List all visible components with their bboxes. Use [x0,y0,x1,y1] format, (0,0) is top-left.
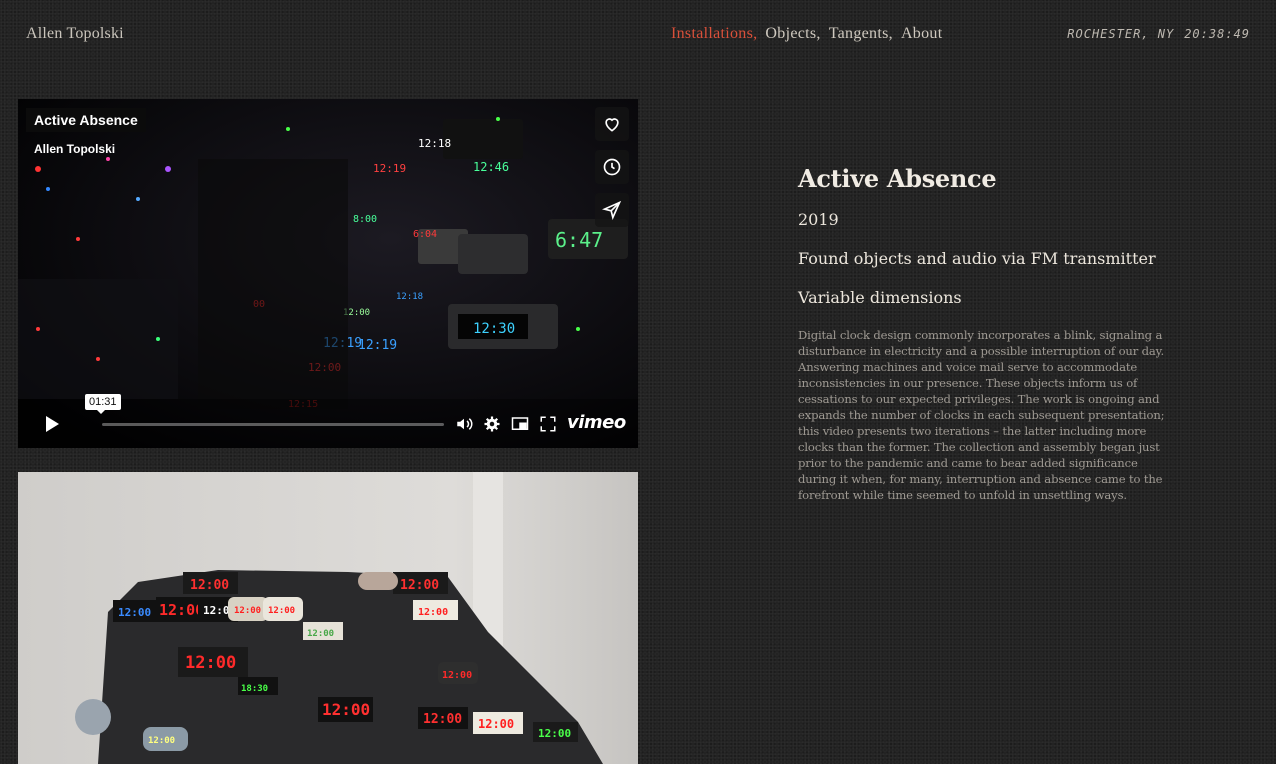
nav-installations[interactable]: Installations, [671,25,757,43]
work-dimensions: Variable dimensions [798,288,962,307]
svg-text:12:00: 12:00 [423,712,462,727]
location-clock: ROCHESTER, NY 20:38:49 [1067,27,1250,41]
work-title: Active Absence [798,164,997,193]
clock-icon [603,158,621,176]
player-controls: vimeo [34,408,628,440]
pip-button[interactable] [510,414,530,434]
settings-icon [484,416,500,432]
svg-text:12:00: 12:00 [478,717,514,731]
svg-text:12:00: 12:00 [307,629,334,639]
work-year: 2019 [798,210,839,229]
player-author[interactable]: Allen Topolski [34,142,115,156]
work-description: Digital clock design commonly incorporat… [798,328,1165,502]
svg-text:12:00: 12:00 [322,700,370,719]
svg-text:12:00: 12:00 [400,578,439,593]
svg-text:6:04: 6:04 [413,229,437,240]
svg-text:12:00: 12:00 [442,670,472,681]
installation-photo: 12:00 12:00 12:00 12:00 12:00 12:00 12:0… [18,472,638,764]
nav-objects[interactable]: Objects, [765,25,820,43]
svg-text:12:00: 12:00 [418,607,448,618]
site-name[interactable]: Allen Topolski [26,25,124,43]
svg-text:12:00: 12:00 [538,727,571,740]
svg-text:12:00: 12:00 [268,606,295,616]
heart-icon [605,118,619,132]
progress-bar[interactable] [102,423,444,426]
svg-text:12:00: 12:00 [118,606,151,619]
volume-button[interactable] [454,414,474,434]
fullscreen-icon [540,416,556,432]
pip-icon [511,417,529,430]
nav-tangents[interactable]: Tangents, [829,25,893,43]
svg-text:12:00: 12:00 [234,606,261,616]
svg-text:12:46: 12:46 [473,160,509,174]
like-button[interactable] [595,107,629,141]
settings-button[interactable] [482,414,502,434]
work-medium: Found objects and audio via FM transmitt… [798,249,1156,268]
svg-text:12:00: 12:00 [185,653,236,673]
svg-text:12:19: 12:19 [373,162,406,175]
svg-text:12:19: 12:19 [358,338,397,353]
location-label: ROCHESTER, NY [1067,27,1175,41]
svg-text:12:30: 12:30 [473,321,515,337]
svg-text:12:18: 12:18 [396,292,423,302]
share-button[interactable] [595,193,629,227]
svg-text:6:47: 6:47 [555,228,603,252]
send-icon [602,200,622,220]
svg-text:12:00: 12:00 [148,736,175,746]
vimeo-logo[interactable]: vimeo [567,412,626,433]
svg-text:12:00: 12:00 [159,601,204,619]
player-title[interactable]: Active Absence [26,108,146,132]
svg-text:18:30: 18:30 [241,684,268,694]
main-nav: Installations, Objects, Tangents, About [671,25,942,43]
nav-about[interactable]: About [901,25,943,43]
play-icon [46,416,59,432]
watch-later-button[interactable] [595,150,629,184]
clock-time: 20:38:49 [1184,27,1250,41]
fullscreen-button[interactable] [538,414,558,434]
play-button[interactable] [34,408,70,440]
svg-text:8:00: 8:00 [353,214,377,225]
work-info: Active Absence 2019 Found objects and au… [798,164,1178,515]
svg-text:12:00: 12:00 [190,578,229,593]
volume-icon [457,418,473,430]
svg-text:12:18: 12:18 [418,137,451,150]
